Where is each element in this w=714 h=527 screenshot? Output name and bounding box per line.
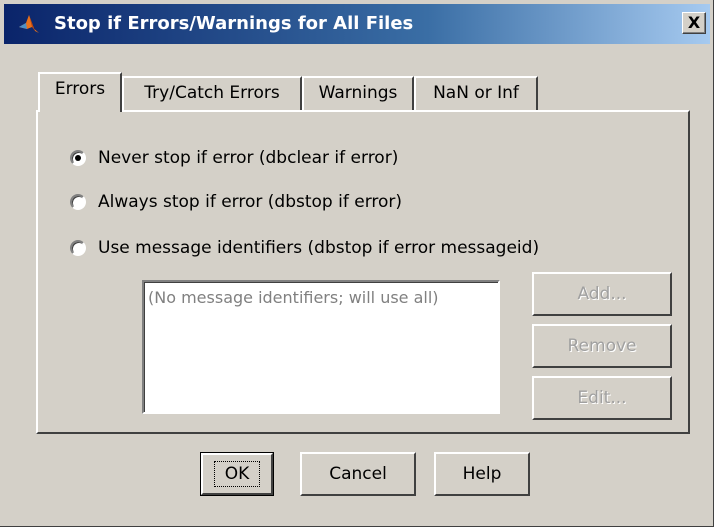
remove-button-label: Remove [567, 336, 637, 356]
radio-button[interactable] [70, 240, 86, 256]
cancel-button[interactable]: Cancel [300, 452, 416, 496]
errors-tab-panel: Never stop if error (dbclear if error) A… [36, 110, 690, 434]
edit-button[interactable]: Edit... [532, 376, 672, 420]
tab-nan-or-inf[interactable]: NaN or Inf [414, 76, 538, 110]
help-button[interactable]: Help [434, 452, 530, 496]
tab-errors[interactable]: Errors [38, 72, 122, 112]
dialog-title: Stop if Errors/Warnings for All Files [54, 13, 414, 34]
radio-button[interactable] [70, 194, 86, 210]
radio-label: Never stop if error (dbclear if error) [98, 148, 399, 168]
ok-default-border: OK [200, 452, 274, 496]
remove-button[interactable]: Remove [532, 324, 672, 368]
radio-label: Use message identifiers (dbstop if error… [98, 238, 540, 258]
cancel-button-label: Cancel [329, 464, 387, 484]
radio-message-identifiers[interactable]: Use message identifiers (dbstop if error… [70, 236, 539, 260]
title-bar[interactable]: Stop if Errors/Warnings for All Files X [4, 4, 710, 44]
add-button[interactable]: Add... [532, 272, 672, 316]
tab-label: Warnings [318, 83, 398, 103]
matlab-logo-icon [19, 15, 39, 33]
help-button-label: Help [462, 464, 502, 484]
radio-always-stop[interactable]: Always stop if error (dbstop if error) [70, 190, 402, 214]
tab-warnings[interactable]: Warnings [302, 76, 414, 110]
edit-button-label: Edit... [577, 388, 627, 408]
radio-selected-dot [75, 155, 81, 161]
dialog-window: Stop if Errors/Warnings for All Files X … [0, 0, 714, 527]
ok-button[interactable]: OK [201, 453, 273, 495]
radio-never-stop[interactable]: Never stop if error (dbclear if error) [70, 146, 398, 170]
ok-button-label: OK [213, 461, 261, 487]
message-identifiers-list[interactable]: (No message identifiers; will use all) [142, 280, 500, 414]
radio-label: Always stop if error (dbstop if error) [98, 192, 403, 212]
tab-label: Try/Catch Errors [144, 83, 280, 103]
radio-button[interactable] [70, 150, 86, 166]
tab-try-catch-errors[interactable]: Try/Catch Errors [122, 76, 302, 110]
list-placeholder: (No message identifiers; will use all) [148, 288, 439, 307]
tab-label: Errors [54, 79, 106, 99]
close-button[interactable]: X [682, 12, 706, 34]
tab-label: NaN or Inf [433, 83, 519, 103]
add-button-label: Add... [577, 284, 627, 304]
close-icon: X [687, 13, 701, 32]
